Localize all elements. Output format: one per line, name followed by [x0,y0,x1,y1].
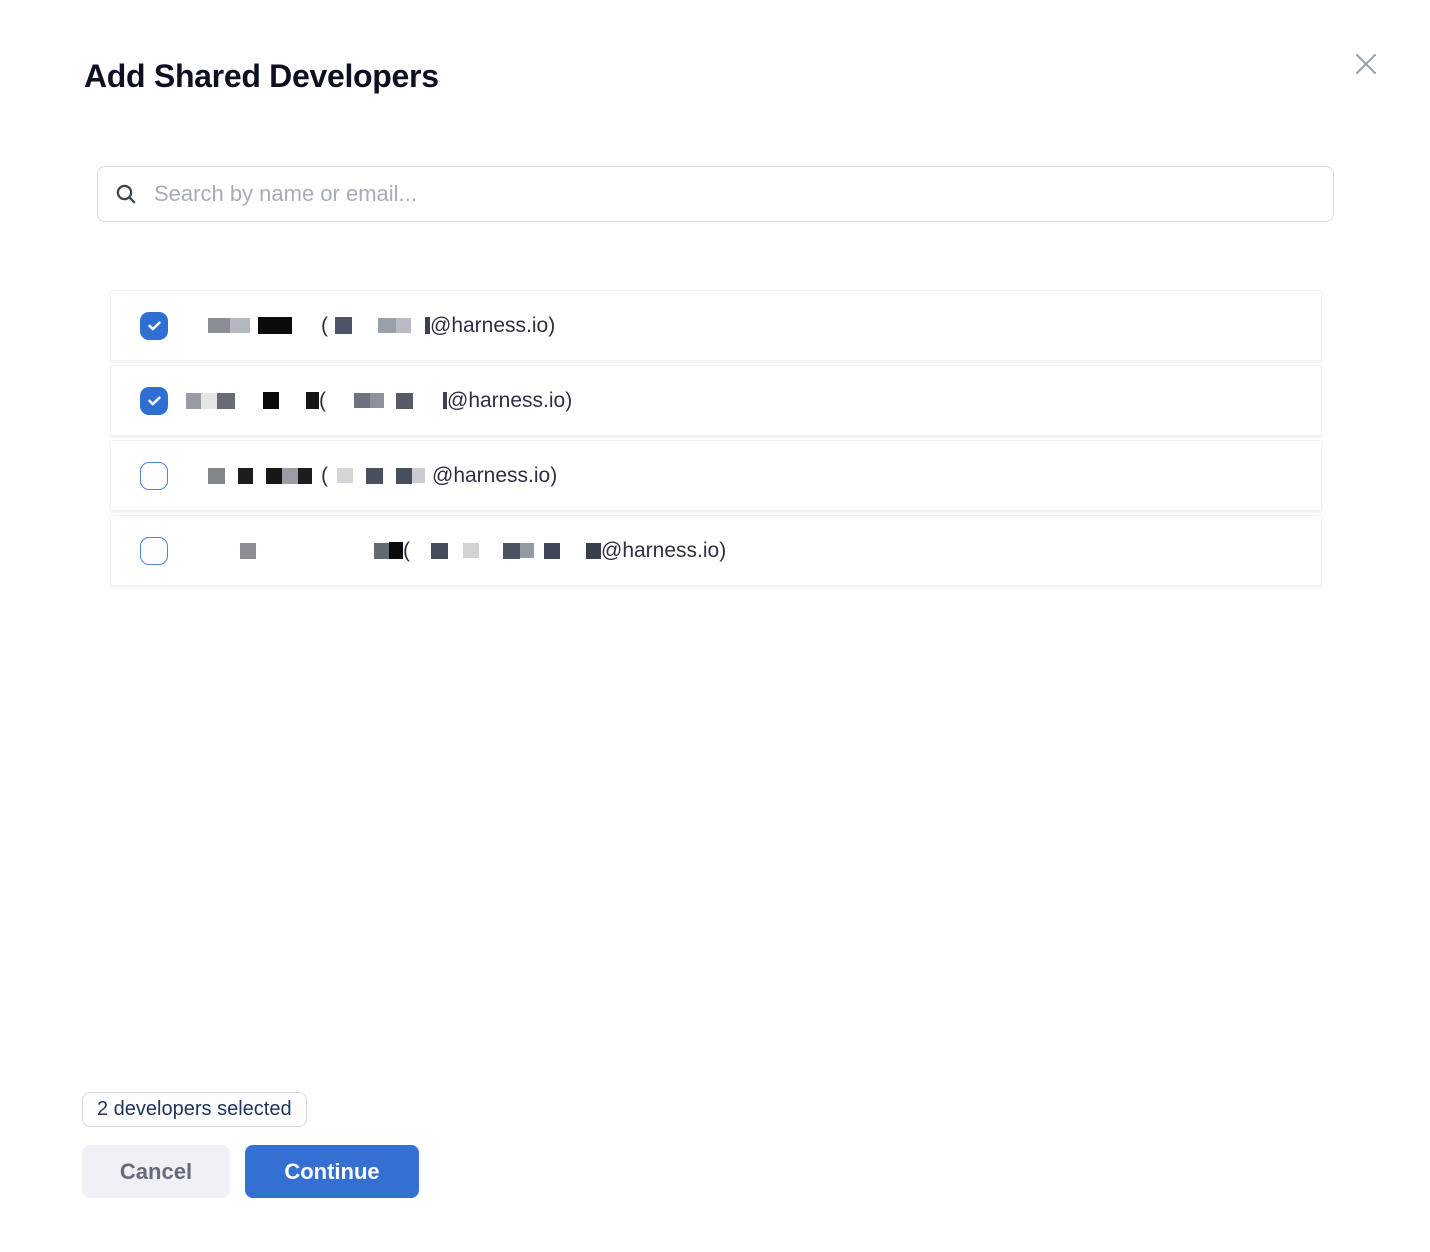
redacted-name-block [378,318,396,333]
redacted-name-block [463,543,479,558]
search-icon [114,182,138,206]
developer-row[interactable]: ( @harness.io) [110,440,1322,511]
checkbox-unchecked[interactable] [140,537,168,565]
redaction-gap [312,475,321,476]
selected-count-badge: 2 developers selected [82,1092,307,1127]
redacted-name-block [520,543,534,558]
developer-name: ( @harness.io) [168,516,726,585]
redacted-name-block [412,468,425,483]
developer-name: ( @harness.io) [168,366,572,435]
checkbox-checked[interactable] [140,387,168,415]
redaction-gap [425,475,432,476]
redacted-name-block [201,393,217,409]
redacted-name-block [298,468,312,484]
redaction-gap [168,475,208,476]
continue-button[interactable]: Continue [245,1145,419,1198]
developer-email-text: ( [319,389,326,413]
redacted-name-block [396,318,411,333]
redaction-gap [326,400,354,401]
add-shared-developers-dialog: Add Shared Developers ( @harness.io) ( @har… [0,0,1430,1252]
developer-name: ( @harness.io) [168,291,555,360]
developer-email-text: @harness.io) [447,389,572,413]
redaction-gap [328,325,335,326]
checkmark-icon [146,392,163,409]
cancel-button[interactable]: Cancel [82,1145,230,1198]
redaction-gap [413,400,443,401]
developer-email-text: ( [403,539,410,563]
redaction-gap [410,550,431,551]
developer-row[interactable]: ( @harness.io) [110,515,1322,586]
redacted-name-block [282,468,298,484]
redacted-name-block [366,468,383,484]
redaction-gap [168,325,208,326]
redacted-name-block [263,392,279,409]
checkmark-icon [146,317,163,334]
redaction-gap [560,550,586,551]
redacted-name-block [186,393,201,409]
developer-list: (@harness.io)(@harness.io)(@harness.io)(… [110,290,1322,590]
redaction-gap [168,550,240,551]
developer-email-text: ( [321,464,328,488]
page-title: Add Shared Developers [84,58,439,95]
redacted-name-block [208,468,225,484]
developer-name: ( @harness.io) [168,441,557,510]
redaction-gap [256,550,374,551]
redacted-name-block [335,317,352,334]
redaction-gap [534,550,544,551]
search-box [97,166,1334,222]
redaction-gap [384,400,396,401]
redaction-gap [411,325,425,326]
redacted-name-block [240,543,256,559]
redacted-name-block [230,318,250,333]
redaction-gap [279,400,306,401]
redacted-name-block [258,317,292,334]
redacted-name-block [337,468,353,483]
redaction-gap [292,325,321,326]
redaction-gap [250,325,258,326]
redacted-name-block [354,393,370,408]
redaction-gap [448,550,463,551]
redaction-gap [235,400,263,401]
search-input[interactable] [152,166,1333,222]
redacted-name-block [306,392,319,409]
redacted-name-block [544,543,560,559]
redacted-name-block [217,393,235,409]
redacted-name-block [396,468,412,484]
redaction-gap [225,475,238,476]
redacted-name-block [586,543,601,559]
developer-email-text: ( [321,314,328,338]
redaction-gap [168,400,186,401]
close-icon [1350,48,1382,80]
redacted-name-block [374,543,389,559]
developer-email-text: @harness.io) [430,314,555,338]
redacted-name-block [389,542,403,559]
redacted-name-block [266,468,282,484]
redacted-name-block [396,393,413,409]
redacted-name-block [431,543,448,559]
redaction-gap [253,475,266,476]
developer-email-text: @harness.io) [601,539,726,563]
checkbox-checked[interactable] [140,312,168,340]
developer-row[interactable]: ( @harness.io) [110,365,1322,436]
redaction-gap [383,475,396,476]
checkbox-unchecked[interactable] [140,462,168,490]
redaction-gap [353,475,366,476]
redacted-name-block [503,543,520,559]
redaction-gap [352,325,378,326]
redaction-gap [328,475,337,476]
redacted-name-block [370,393,384,408]
developer-email-text: @harness.io) [432,464,557,488]
close-button[interactable] [1346,44,1386,84]
redacted-name-block [208,318,230,333]
redaction-gap [479,550,503,551]
developer-row[interactable]: ( @harness.io) [110,290,1322,361]
redacted-name-block [238,468,253,484]
